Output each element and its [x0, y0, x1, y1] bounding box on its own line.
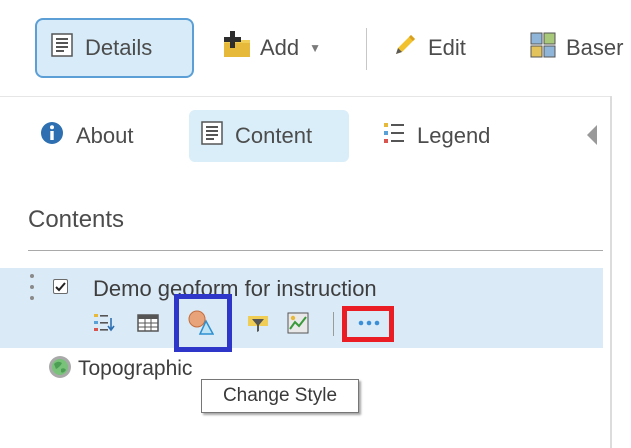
filter-icon[interactable] — [247, 312, 269, 334]
edit-label: Edit — [428, 35, 466, 60]
tooltip: Change Style — [201, 379, 359, 413]
tab-legend-label: Legend — [417, 123, 491, 148]
toolbar-divider — [366, 28, 367, 70]
more-options-highlight — [342, 306, 394, 342]
info-icon — [40, 121, 64, 151]
layer-name[interactable]: Demo geoform for instruction — [93, 276, 377, 302]
tools-divider — [333, 312, 334, 336]
layer-visibility-checkbox[interactable] — [53, 279, 68, 294]
chevron-down-icon: ▼ — [309, 41, 322, 55]
tab-legend[interactable]: Legend — [383, 110, 490, 162]
contents-divider — [28, 250, 603, 251]
edit-button[interactable]: Edit — [392, 18, 466, 78]
analysis-icon[interactable] — [287, 312, 309, 334]
basemap-label: Baser — [566, 35, 624, 60]
add-button[interactable]: Add ▼ — [222, 18, 321, 78]
pencil-icon — [392, 32, 418, 64]
legend-icon — [383, 121, 405, 151]
toolbar-bottom-divider — [0, 96, 610, 97]
layer-row[interactable]: Demo geoform for instruction — [0, 268, 603, 352]
drag-handle-icon[interactable] — [28, 274, 36, 308]
basemap-button[interactable]: Baser — [530, 18, 623, 78]
basemap-icon — [530, 32, 556, 64]
contents-heading: Contents — [28, 206, 125, 233]
change-style-highlight — [174, 294, 232, 352]
add-label: Add — [260, 35, 300, 60]
basemap-layer-name[interactable]: Topographic — [78, 357, 192, 381]
tab-content[interactable]: Content — [189, 110, 349, 162]
show-legend-icon[interactable] — [93, 312, 115, 334]
details-label: Details — [85, 35, 153, 60]
tab-content-label: Content — [235, 123, 313, 148]
tab-about-label: About — [76, 123, 134, 148]
panel-right-border — [610, 96, 612, 448]
tabs-scroll-left-icon[interactable] — [585, 124, 599, 151]
attribute-table-icon[interactable] — [137, 312, 159, 334]
panel-tabs: About Content Legend — [0, 110, 610, 164]
globe-icon — [48, 355, 72, 384]
details-icon — [51, 33, 73, 63]
map-toolbar: Details Add ▼ Edit Baser — [0, 0, 631, 96]
basemap-layer-row[interactable]: Topographic — [48, 355, 192, 384]
details-button[interactable]: Details — [35, 18, 194, 78]
add-icon — [222, 31, 252, 65]
tab-about[interactable]: About — [40, 110, 134, 162]
content-list-icon — [201, 121, 223, 151]
